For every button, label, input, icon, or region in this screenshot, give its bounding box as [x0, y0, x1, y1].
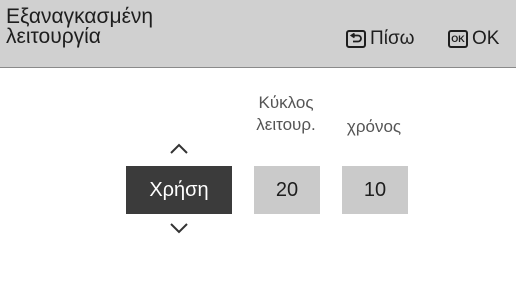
cycle-value-field[interactable]: 20 [254, 166, 320, 214]
page-title: Εξαναγκασμένη λειτουργία [6, 5, 266, 48]
time-value-field[interactable]: 10 [342, 166, 408, 214]
page-title-line1: Εξαναγκασμένη [6, 5, 154, 28]
time-column-header: χρόνος [346, 117, 402, 136]
cycle-header-line1: Κύκλος [258, 93, 314, 112]
ok-icon-text: OK [451, 33, 465, 44]
back-button[interactable]: Πίσω [346, 28, 415, 50]
usage-selector[interactable]: Χρήση [126, 166, 232, 214]
chevron-up-icon[interactable] [169, 143, 189, 155]
ok-button[interactable]: OK OK [448, 28, 499, 50]
header-bar: Εξαναγκασμένη λειτουργία Πίσω OK OK [0, 0, 516, 68]
cycle-column-header: Κύκλος λειτουρ. [244, 92, 328, 136]
ok-icon: OK [448, 30, 468, 48]
chevron-down-icon[interactable] [169, 222, 189, 234]
back-label: Πίσω [370, 28, 415, 49]
cycle-header-line2: λειτουρ. [256, 115, 316, 134]
back-icon [346, 30, 366, 48]
ok-label: OK [472, 28, 500, 49]
page-title-line2: λειτουργία [6, 25, 101, 48]
